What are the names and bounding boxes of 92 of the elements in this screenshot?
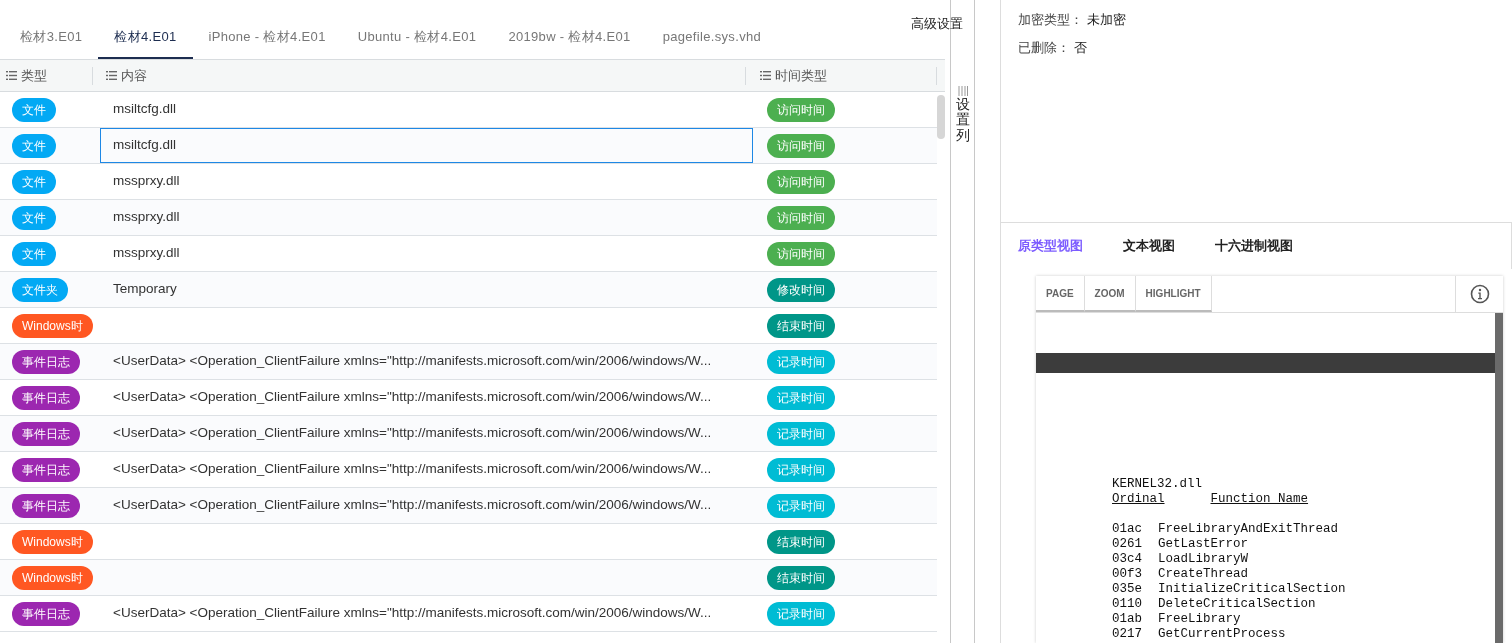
column-header: 时间类型 [775, 66, 827, 85]
scrollbar-thumb[interactable] [1495, 313, 1503, 643]
type-badge: Windows时 [12, 314, 93, 338]
column-header: 内容 [121, 66, 147, 85]
table-cell-text: <UserData> <Operation_ClientFailure xmlns="http://manifests.microsoft.com/win/2006/windows/W... [113, 604, 712, 623]
time-type-badge: 访问时间 [767, 170, 835, 194]
file-tab[interactable]: iPhone - 检材4.E01 [192, 16, 342, 59]
table-cell-text: <UserData> <Operation_ClientFailure xmlns="http://manifests.microsoft.com/win/2006/windows/W... [113, 496, 712, 515]
table-cell-text: mssprxy.dll [113, 172, 180, 191]
table-row[interactable]: 文件 msiltcfg.dll 访问时间 [0, 128, 937, 164]
ordinal-text: 03c4 [1112, 552, 1142, 567]
function-name-text: FreeLibraryAndExitThread [1158, 522, 1339, 537]
time-type-badge: 访问时间 [767, 98, 835, 122]
time-type-badge: 结束时间 [767, 566, 835, 590]
table-cell-text: <UserData> <Operation_ClientFailure xmlns="http://manifests.microsoft.com/win/2006/windows/W... [113, 424, 712, 443]
ordinal-text: 00f3 [1112, 567, 1142, 582]
time-type-badge: 记录时间 [767, 494, 835, 518]
table-cell-text: <UserData> <Operation_ClientFailure xmlns="http://manifests.microsoft.com/win/2006/windows/W... [113, 388, 712, 407]
ordinal-text: 01ac [1112, 522, 1142, 537]
table-row[interactable]: 文件 mssprxy.dll 访问时间 [0, 200, 937, 236]
type-badge: Windows时 [12, 566, 93, 590]
document-title: KERNEL32.dll [1112, 477, 1202, 492]
table-cell-text: msiltcfg.dll [113, 100, 176, 119]
type-badge: 事件日志 [12, 350, 80, 374]
type-badge: 事件日志 [12, 458, 80, 482]
type-badge: 文件 [12, 170, 56, 194]
column-header: 类型 [21, 66, 47, 85]
column-settings-button[interactable]: 设置列 [955, 97, 970, 144]
time-type-badge: 访问时间 [767, 206, 835, 230]
ordinal-text: 0217 [1112, 627, 1142, 642]
time-type-badge: 记录时间 [767, 422, 835, 446]
file-tab[interactable]: Ubuntu - 检材4.E01 [341, 16, 493, 59]
info-icon [1469, 284, 1490, 304]
table-row[interactable]: 文件夹 Temporary 修改时间 [0, 272, 937, 308]
table-cell-text: <UserData> <Operation_ClientFailure xmlns="http://manifests.microsoft.com/win/2006/windows/W... [113, 460, 712, 479]
time-type-badge: 结束时间 [767, 314, 835, 338]
function-name-text: DeleteCriticalSection [1158, 597, 1316, 612]
time-type-badge: 记录时间 [767, 350, 835, 374]
time-type-badge: 记录时间 [767, 602, 835, 626]
type-badge: 事件日志 [12, 494, 80, 518]
type-badge: 文件 [12, 98, 56, 122]
document-heading: Function Name [1210, 492, 1309, 507]
function-name-text: InitializeCriticalSection [1158, 582, 1346, 597]
table-row[interactable]: 事件日志 <UserData> <Operation_ClientFailure xmlns="http://manifests.microsoft.com/win/2006/windows/W... 记录时间 [0, 344, 937, 380]
type-badge: Windows时 [12, 530, 93, 554]
type-badge: 文件 [12, 242, 56, 266]
view-tab[interactable]: 原类型视图 [1018, 236, 1083, 256]
table-row[interactable]: 事件日志 <UserData> <Operation_ClientFailure xmlns="http://manifests.microsoft.com/win/2006/windows/W... 记录时间 [0, 488, 937, 524]
table-cell-text: msiltcfg.dll [113, 136, 176, 155]
time-type-badge: 记录时间 [767, 458, 835, 482]
ordinal-text: 0110 [1112, 597, 1142, 612]
view-tab[interactable]: 文本视图 [1123, 236, 1175, 256]
type-badge: 事件日志 [12, 386, 80, 410]
table-cell-text: Temporary [113, 280, 177, 299]
type-badge: 文件 [12, 206, 56, 230]
ordinal-text: 0261 [1112, 537, 1142, 552]
table-cell-text: mssprxy.dll [113, 208, 180, 227]
detail-value: 未加密 [1087, 11, 1126, 29]
advanced-settings-link[interactable]: 高级设置 [911, 14, 963, 34]
time-type-badge: 记录时间 [767, 386, 835, 410]
file-tab[interactable]: 检材3.E01 [4, 16, 99, 59]
list-icon [760, 71, 771, 80]
type-badge: 事件日志 [12, 602, 80, 626]
function-name-text: CreateThread [1158, 567, 1249, 582]
table-cell-text: <UserData> <Operation_ClientFailure xmlns="http://manifests.microsoft.com/win/2006/windows/W... [113, 352, 712, 371]
detail-value: 否 [1074, 38, 1087, 57]
table-row[interactable]: 事件日志 <UserData> <Operation_ClientFailure xmlns="http://manifests.microsoft.com/win/2006/windows/W... 记录时间 [0, 416, 937, 452]
type-badge: 文件 [12, 134, 56, 158]
type-badge: 事件日志 [12, 422, 80, 446]
function-name-text: GetLastError [1158, 537, 1249, 552]
ordinal-text: 035e [1112, 582, 1142, 597]
time-type-badge: 访问时间 [767, 134, 835, 158]
detail-label: 加密类型： [1018, 11, 1083, 29]
function-name-text: FreeLibrary [1158, 612, 1241, 627]
time-type-badge: 访问时间 [767, 242, 835, 266]
list-icon [106, 71, 117, 80]
file-tab[interactable]: 2019bw - 检材4.E01 [492, 16, 647, 59]
scrollbar-thumb[interactable] [937, 95, 945, 139]
time-type-badge: 修改时间 [767, 278, 835, 302]
list-icon [6, 71, 17, 80]
ordinal-text: 01ab [1112, 612, 1142, 627]
view-tab[interactable]: 十六进制视图 [1215, 236, 1293, 256]
file-tab[interactable]: pagefile.sys.vhd [646, 16, 778, 59]
table-cell-text: mssprxy.dll [113, 244, 180, 263]
type-badge: 文件夹 [12, 278, 68, 302]
detail-label: 已删除： [1018, 38, 1070, 57]
grip-icon [957, 86, 968, 96]
document-heading: Ordinal [1112, 492, 1165, 507]
time-type-badge: 结束时间 [767, 530, 835, 554]
function-name-text: LoadLibraryW [1158, 552, 1249, 567]
table-row[interactable]: Windows时 结束时间 [0, 560, 937, 596]
function-name-text: GetCurrentProcess [1158, 627, 1286, 642]
